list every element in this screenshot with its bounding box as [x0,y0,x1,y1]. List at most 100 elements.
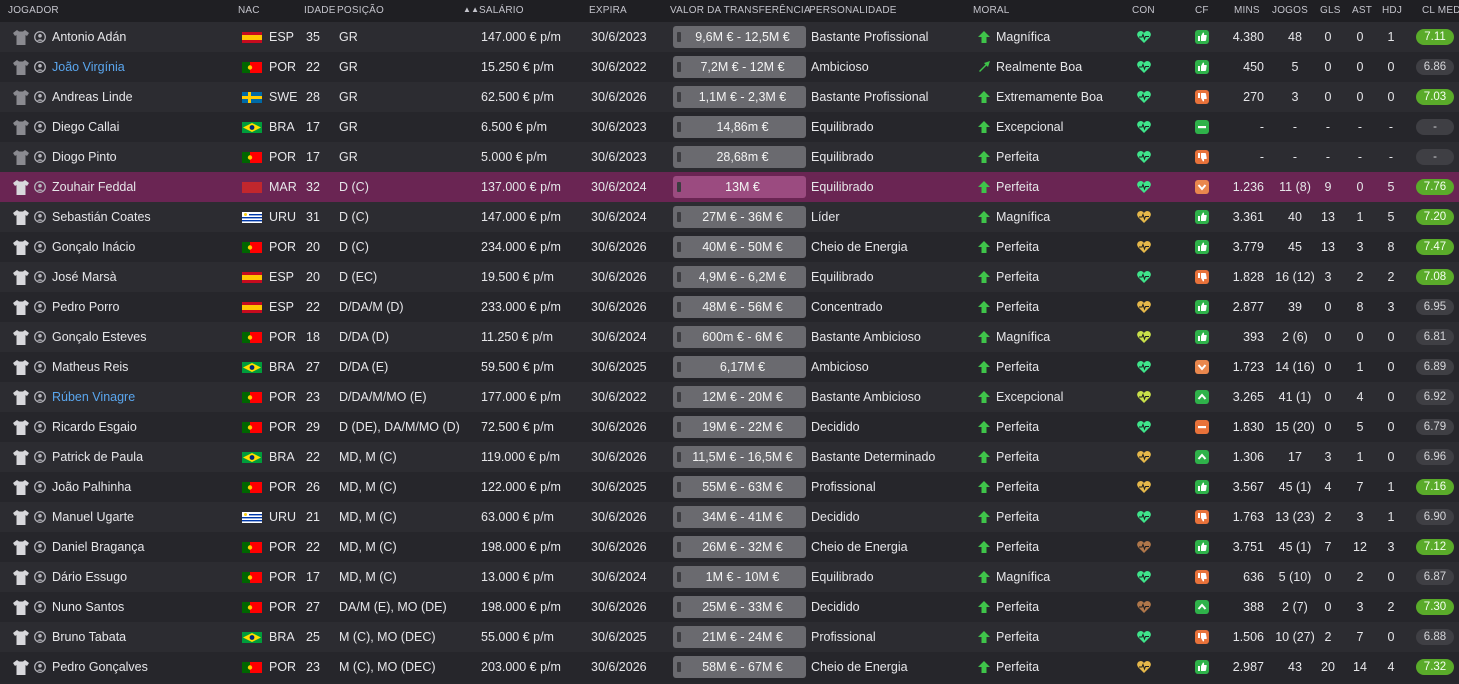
assists: 7 [1356,630,1364,644]
transfer-value[interactable]: 9,6M € - 12,5M € [673,26,806,48]
table-row[interactable]: Bruno Tabata BRA 25 M (C), MO (DEC) 55.000 €… [0,622,1459,652]
player-name[interactable]: Matheus Reis [52,352,128,382]
player-name[interactable]: Diego Callai [52,112,119,142]
player-name[interactable]: Dário Essugo [52,562,127,592]
table-row[interactable]: Antonio Adán ESP 35 GR 147.000 € p/m 30/6/202… [0,22,1459,52]
player-name[interactable]: Sebastián Coates [52,202,151,232]
player-name[interactable]: Diogo Pinto [52,142,117,172]
player-name[interactable]: Pedro Gonçalves [52,652,148,682]
goals: 0 [1324,330,1332,344]
table-row[interactable]: Daniel Bragança POR 22 MD, M (C) 198.000 € p… [0,532,1459,562]
table-row[interactable]: Pedro Porro ESP 22 D/DA/M (D) 233.000 € p/m 3… [0,292,1459,322]
player-name[interactable]: Gonçalo Esteves [52,322,147,352]
transfer-value[interactable]: 1M € - 10M € [673,566,806,588]
table-row[interactable]: Dário Essugo POR 17 MD, M (C) 13.000 € p/m 30… [0,562,1459,592]
transfer-value[interactable]: 40M € - 50M € [673,236,806,258]
transfer-value[interactable]: 11,5M € - 16,5M € [673,446,806,468]
assists: 5 [1356,420,1364,434]
morale-arrow-icon [977,30,991,44]
player-name[interactable]: João Virgínia [52,52,125,82]
header-idade[interactable]: IDADE [304,5,336,16]
header-hdj[interactable]: HDJ [1382,5,1402,16]
table-row[interactable]: Nuno Santos POR 27 DA/M (E), MO (DE) 198.000… [0,592,1459,622]
header-gls[interactable]: GLS [1320,5,1341,16]
personality: Cheio de Energia [811,540,908,554]
transfer-value[interactable]: 19M € - 22M € [673,416,806,438]
header-moral[interactable]: MORAL [973,5,1010,16]
transfer-value[interactable]: 34M € - 41M € [673,506,806,528]
transfer-value[interactable]: 4,9M € - 6,2M € [673,266,806,288]
header-nac[interactable]: NAC [238,5,260,16]
header-ast[interactable]: AST [1352,5,1372,16]
player-name[interactable]: Pedro Porro [52,292,119,322]
player-name[interactable]: José Marsà [52,262,117,292]
transfer-value[interactable]: 27M € - 36M € [673,206,806,228]
transfer-value[interactable]: 6,17M € [673,356,806,378]
average-rating: 6.86 [1416,59,1454,75]
table-row[interactable]: Manuel Ugarte URU 21 MD, M (C) 63.000 € p/m 3… [0,502,1459,532]
player-of-match: 1 [1387,30,1395,44]
player-of-match: 3 [1387,540,1395,554]
header-posicao[interactable]: POSIÇÃO [337,5,384,16]
transfer-value[interactable]: 26M € - 32M € [673,536,806,558]
table-row[interactable]: Diogo Pinto POR 17 GR 5.000 € p/m 30/6/2023 28… [0,142,1459,172]
header-mins[interactable]: MINS [1234,5,1260,16]
table-row[interactable]: Zouhair Feddal MAR 32 D (C) 137.000 € p/m 30/… [0,172,1459,202]
transfer-value[interactable]: 25M € - 33M € [673,596,806,618]
header-salario[interactable]: SALÁRIO [479,5,524,16]
header-jogos[interactable]: JOGOS [1272,5,1308,16]
header-personalidade[interactable]: PERSONALIDADE [809,5,897,16]
shirt-icon [12,298,30,316]
transfer-value[interactable]: 13M € [673,176,806,198]
salary: 6.500 € p/m [481,120,548,134]
table-row[interactable]: Patrick de Paula BRA 22 MD, M (C) 119.000 € … [0,442,1459,472]
transfer-value[interactable]: 58M € - 67M € [673,656,806,678]
header-cf[interactable]: CF [1195,5,1209,16]
player-name[interactable]: Nuno Santos [52,592,124,622]
thumb-down-icon [1195,510,1209,524]
table-row[interactable]: Ricardo Esgaio POR 29 D (DE), DA/M/MO (D) 72… [0,412,1459,442]
player-name[interactable]: Daniel Bragança [52,532,144,562]
shirt-icon [12,478,30,496]
transfer-value[interactable]: 28,68m € [673,146,806,168]
player-name[interactable]: Antonio Adán [52,22,126,52]
table-row[interactable]: Andreas Linde SWE 28 GR 62.500 € p/m 30/6/202… [0,82,1459,112]
position: MD, M (C) [339,480,397,494]
transfer-value[interactable]: 600m € - 6M € [673,326,806,348]
player-name[interactable]: Ricardo Esgaio [52,412,137,442]
player-name[interactable]: Manuel Ugarte [52,502,134,532]
player-name[interactable]: Bruno Tabata [52,622,126,652]
transfer-value[interactable]: 21M € - 24M € [673,626,806,648]
thumb-down-icon [1195,90,1209,104]
table-row[interactable]: Gonçalo Inácio POR 20 D (C) 234.000 € p/m 30/… [0,232,1459,262]
assists: 0 [1356,30,1364,44]
player-name[interactable]: Gonçalo Inácio [52,232,135,262]
table-row[interactable]: João Virgínia POR 22 GR 15.250 € p/m 30/6/202… [0,52,1459,82]
transfer-value[interactable]: 7,2M € - 12M € [673,56,806,78]
morale: Magnífica [996,30,1051,44]
header-expira[interactable]: EXPIRA [589,5,627,16]
table-row[interactable]: Pedro Gonçalves POR 23 M (C), MO (DEC) 203.0… [0,652,1459,682]
header-jogador[interactable]: JOGADOR [8,5,59,16]
contract-expiry: 30/6/2026 [591,540,647,554]
player-name[interactable]: Patrick de Paula [52,442,143,472]
table-row[interactable]: Gonçalo Esteves POR 18 D/DA (D) 11.250 € p/m… [0,322,1459,352]
table-row[interactable]: Sebastián Coates URU 31 D (C) 147.000 € p/m 3… [0,202,1459,232]
table-row[interactable]: João Palhinha POR 26 MD, M (C) 122.000 € p/m… [0,472,1459,502]
transfer-value[interactable]: 55M € - 63M € [673,476,806,498]
header-con[interactable]: CON [1132,5,1155,16]
table-row[interactable]: Diego Callai BRA 17 GR 6.500 € p/m 30/6/2023 1… [0,112,1459,142]
transfer-value[interactable]: 12M € - 20M € [673,386,806,408]
transfer-value[interactable]: 48M € - 56M € [673,296,806,318]
player-name[interactable]: Rúben Vinagre [52,382,135,412]
player-name[interactable]: João Palhinha [52,472,131,502]
transfer-value[interactable]: 1,1M € - 2,3M € [673,86,806,108]
table-row[interactable]: Rúben Vinagre POR 23 D/DA/M/MO (E) 177.000 €… [0,382,1459,412]
table-row[interactable]: Matheus Reis BRA 27 D/DA (E) 59.500 € p/m 30/… [0,352,1459,382]
transfer-value[interactable]: 14,86m € [673,116,806,138]
player-name[interactable]: Andreas Linde [52,82,133,112]
player-name[interactable]: Zouhair Feddal [52,172,136,202]
header-clmed[interactable]: CL MED [1422,5,1459,16]
table-row[interactable]: José Marsà ESP 20 D (EC) 19.500 € p/m 30/6/20… [0,262,1459,292]
header-valor[interactable]: VALOR DA TRANSFERÊNCIA [670,5,811,16]
